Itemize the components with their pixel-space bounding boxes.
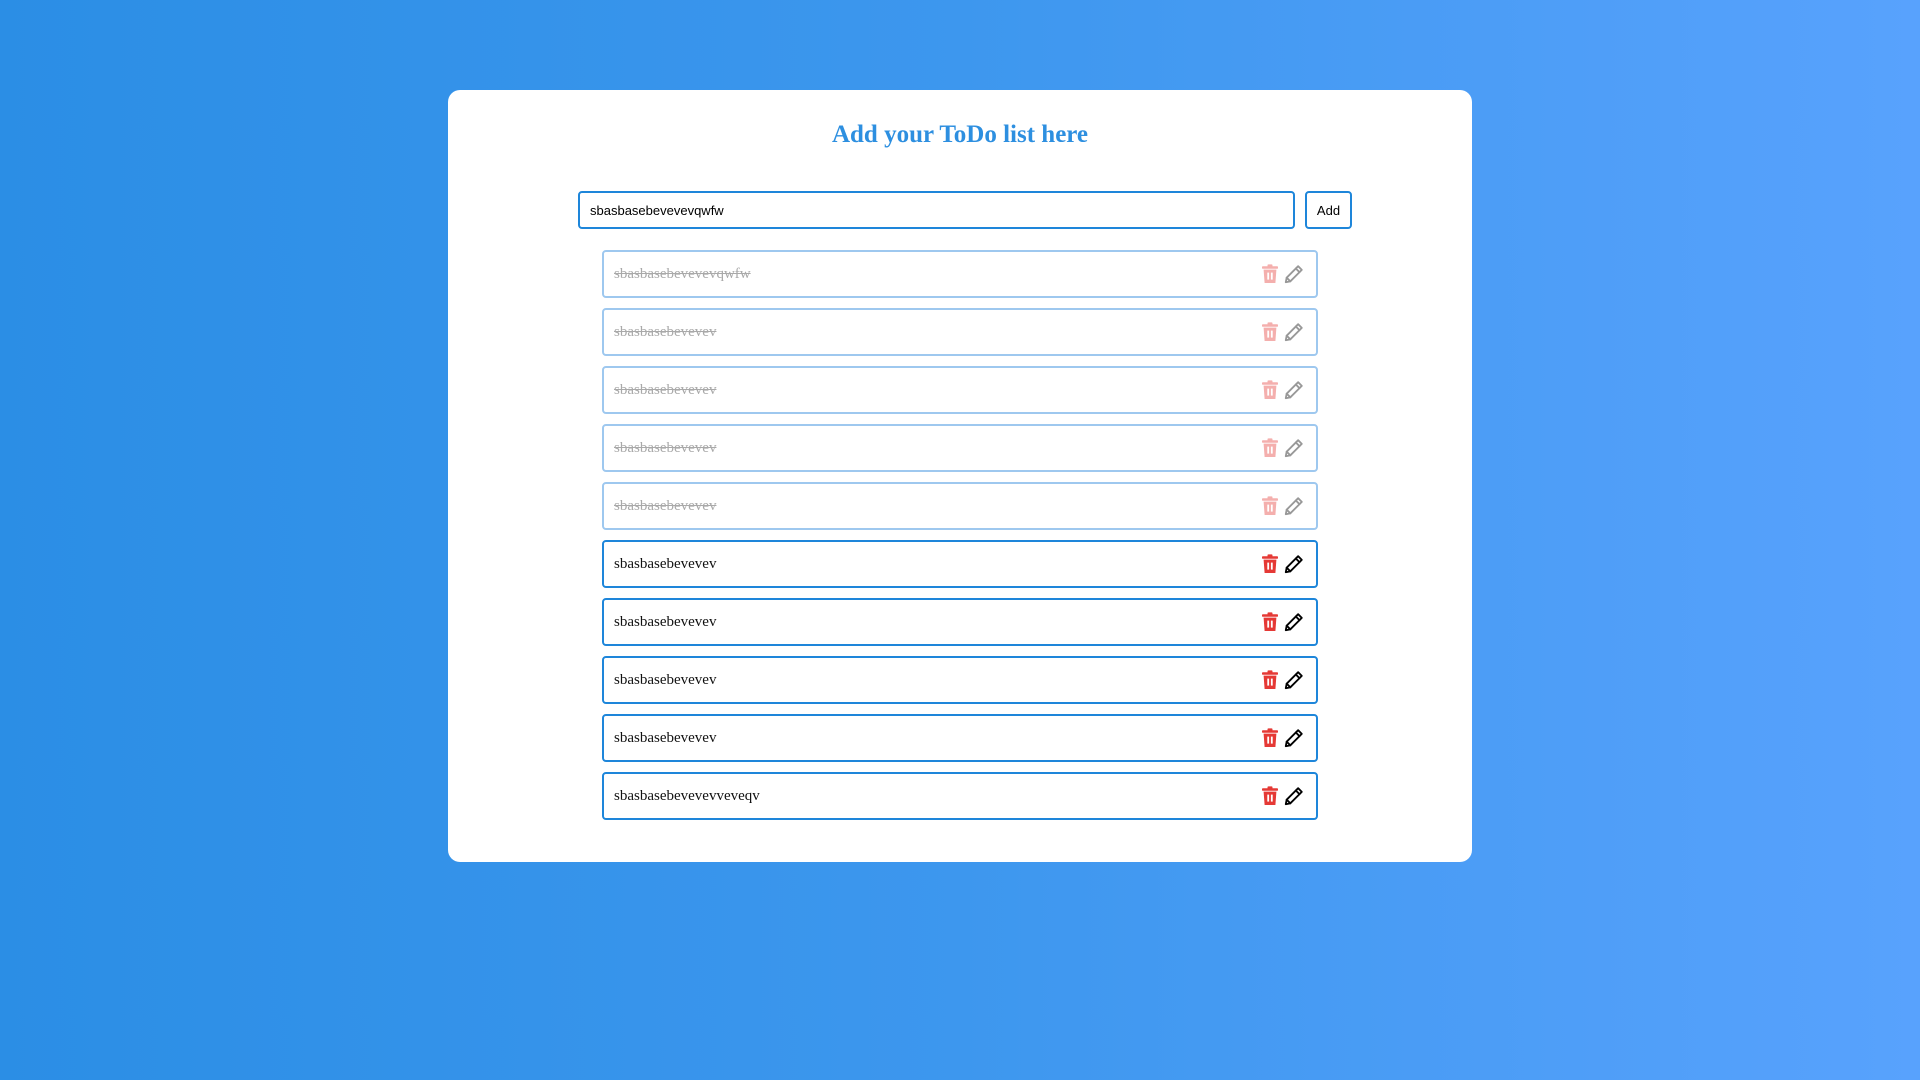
todo-item[interactable]: sbasbasebevevev — [602, 598, 1318, 646]
add-button[interactable]: Add — [1305, 191, 1352, 229]
trash-icon[interactable] — [1258, 320, 1282, 344]
todo-text: sbasbasebevevev — [614, 613, 717, 630]
todo-text: sbasbasebevevev — [614, 439, 717, 456]
todo-item[interactable]: sbasbasebevevev — [602, 308, 1318, 356]
trash-icon[interactable] — [1258, 610, 1282, 634]
todo-item[interactable]: sbasbasebevevev — [602, 656, 1318, 704]
todo-item[interactable]: sbasbasebevevev — [602, 540, 1318, 588]
todo-item[interactable]: sbasbasebevevevveveqv — [602, 772, 1318, 820]
todo-item[interactable]: sbasbasebevevev — [602, 482, 1318, 530]
todo-text: sbasbasebevevev — [614, 729, 717, 746]
pencil-icon[interactable] — [1282, 436, 1306, 460]
page-title: Add your ToDo list here — [831, 121, 1089, 148]
todo-text: sbasbasebevevevqwfw — [614, 265, 751, 282]
todo-text: sbasbasebevevev — [614, 555, 717, 572]
pencil-icon[interactable] — [1282, 552, 1306, 576]
todo-list: sbasbasebevevevqwfw sbasbasebevevev sbasba… — [602, 250, 1318, 830]
todo-text: sbasbasebevevev — [614, 323, 717, 340]
todo-text: sbasbasebevevevveveqv — [614, 787, 760, 804]
todo-item[interactable]: sbasbasebevevevqwfw — [602, 250, 1318, 298]
trash-icon[interactable] — [1258, 784, 1282, 808]
pencil-icon[interactable] — [1282, 320, 1306, 344]
pencil-icon[interactable] — [1282, 262, 1306, 286]
pencil-icon[interactable] — [1282, 726, 1306, 750]
pencil-icon[interactable] — [1282, 668, 1306, 692]
trash-icon[interactable] — [1258, 726, 1282, 750]
pencil-icon[interactable] — [1282, 784, 1306, 808]
trash-icon[interactable] — [1258, 262, 1282, 286]
todo-item[interactable]: sbasbasebevevev — [602, 424, 1318, 472]
todo-item[interactable]: sbasbasebevevev — [602, 366, 1318, 414]
todo-text: sbasbasebevevev — [614, 671, 717, 688]
todo-text: sbasbasebevevev — [614, 497, 717, 514]
trash-icon[interactable] — [1258, 436, 1282, 460]
todo-item[interactable]: sbasbasebevevev — [602, 714, 1318, 762]
pencil-icon[interactable] — [1282, 610, 1306, 634]
trash-icon[interactable] — [1258, 494, 1282, 518]
trash-icon[interactable] — [1258, 552, 1282, 576]
trash-icon[interactable] — [1258, 668, 1282, 692]
todo-text: sbasbasebevevev — [614, 381, 717, 398]
pencil-icon[interactable] — [1282, 378, 1306, 402]
pencil-icon[interactable] — [1282, 494, 1306, 518]
trash-icon[interactable] — [1258, 378, 1282, 402]
new-todo-input[interactable] — [578, 191, 1295, 229]
